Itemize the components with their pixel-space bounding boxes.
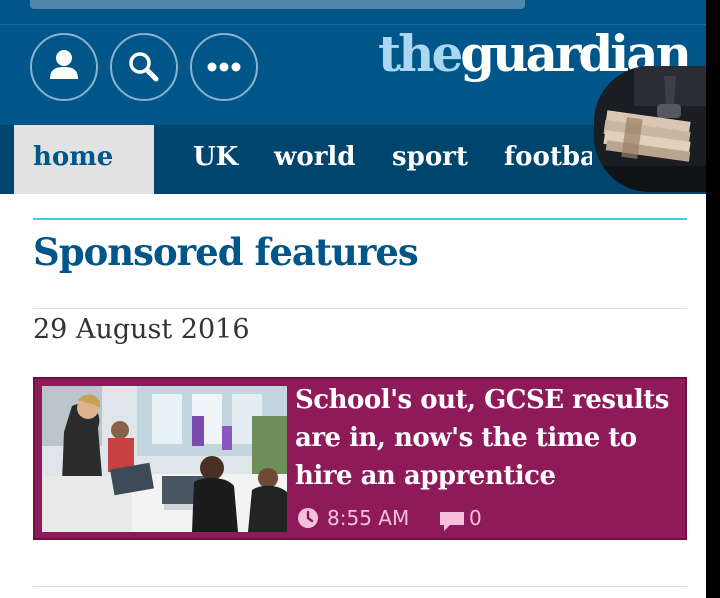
nav-item-uk[interactable]: UK [193,125,238,194]
section-title: Sponsored features [33,230,419,274]
date-heading: 29 August 2016 [33,314,250,345]
article-headline[interactable]: School's out, GCSE results are in, now's … [295,381,683,495]
headline-line-3: hire an apprentice [295,461,556,491]
sponsored-article-card[interactable]: School's out, GCSE results are in, now's … [33,377,687,540]
clock-icon [298,508,318,528]
office-apprentices-image [42,386,287,532]
comment-count[interactable]: 0 [469,505,482,531]
screen-edge [706,0,720,598]
article-thumbnail[interactable] [42,386,287,532]
headline-line-1: School's out, GCSE results [295,385,669,415]
profile-button[interactable] [30,33,98,101]
title-divider [33,308,687,309]
more-icon [207,62,241,72]
nav-item-sport[interactable]: sport [392,125,468,194]
ad-floating-image[interactable] [594,66,706,192]
headline-line-2: are in, now's the time to [295,423,637,453]
search-icon [129,52,159,82]
article-time: 8:55 AM [327,506,410,530]
nav-item-world[interactable]: world [274,125,355,194]
section-top-rule [33,218,687,220]
nav-item-home[interactable]: home [14,125,154,194]
logo-the: the [378,24,463,83]
comment-icon[interactable] [438,509,466,533]
nav-item-football[interactable]: footba [504,125,592,194]
card-bottom-divider [33,586,687,587]
more-button[interactable] [190,33,258,101]
browser-url-bar[interactable] [30,0,525,9]
profile-icon [50,50,78,79]
cash-in-car-image [594,66,706,192]
search-button[interactable] [110,33,178,101]
